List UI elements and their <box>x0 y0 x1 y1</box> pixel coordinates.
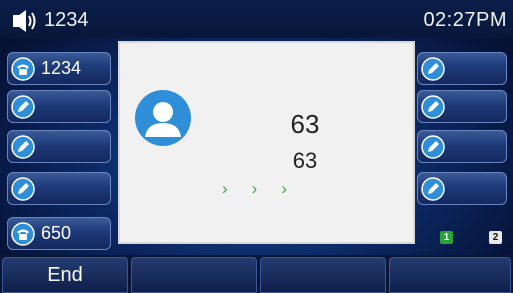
edit-icon <box>11 176 35 201</box>
line-key-1[interactable]: 1234 <box>7 52 111 85</box>
page-indicator-1[interactable]: 1 <box>440 231 453 244</box>
calling-progress: › › › <box>222 179 287 199</box>
end-softkey[interactable]: End <box>2 257 128 293</box>
line-key-5[interactable]: 650 <box>7 217 111 250</box>
edit-icon <box>11 134 35 159</box>
caller-name: 63 <box>290 109 320 139</box>
line-key-label: 1234 <box>41 58 82 78</box>
phone-screen: 1234 02:27PM 1234 650 1 2 63 63 › › › En… <box>0 0 513 293</box>
right-line-key-4[interactable] <box>417 172 507 205</box>
edit-icon <box>421 134 445 159</box>
edit-icon <box>11 94 35 119</box>
edit-icon <box>421 176 445 201</box>
line-key-3[interactable] <box>7 130 111 163</box>
progress-arrow-icon: › <box>222 179 228 198</box>
softkey-2[interactable] <box>131 257 257 293</box>
right-line-key-1[interactable] <box>417 52 507 85</box>
right-line-key-3[interactable] <box>417 130 507 163</box>
line-key-2[interactable] <box>7 90 111 123</box>
phone-line-icon <box>11 221 35 246</box>
phone-line-icon <box>11 56 35 81</box>
calling-dialog: 63 63 › › › <box>118 41 415 244</box>
page-indicator-2[interactable]: 2 <box>489 231 502 244</box>
softkey-bar: End <box>0 255 513 293</box>
softkey-4[interactable] <box>389 257 511 293</box>
progress-arrow-icon: › <box>251 179 258 198</box>
line-status: 1234 <box>12 9 89 32</box>
edit-icon <box>421 94 445 119</box>
edit-icon <box>421 56 445 81</box>
line-label: 1234 <box>44 9 89 31</box>
softkey-3[interactable] <box>260 257 386 293</box>
line-key-label: 650 <box>41 223 72 243</box>
speaker-icon <box>13 9 36 32</box>
progress-arrow-icon: › <box>281 179 288 198</box>
caller-number: 63 <box>292 148 318 173</box>
line-key-4[interactable] <box>7 172 111 205</box>
clock: 02:27PM <box>423 9 507 31</box>
contact-avatar-icon <box>135 90 191 146</box>
status-bar: 1234 02:27PM <box>0 0 513 38</box>
right-line-key-2[interactable] <box>417 90 507 123</box>
